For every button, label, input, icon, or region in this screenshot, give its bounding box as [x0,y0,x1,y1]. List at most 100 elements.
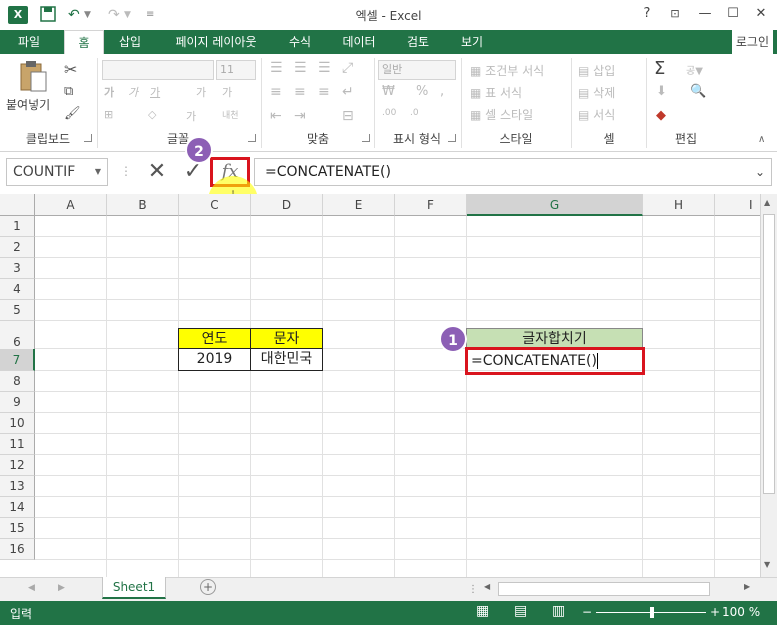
minimize-button[interactable]: — [694,4,716,24]
zoom-level[interactable]: 100 % [722,605,760,619]
formula-input[interactable]: =CONCATENATE() ⌄ [254,158,772,186]
help-button[interactable]: ? [636,4,658,24]
row-header[interactable]: 11 [0,434,35,455]
cell-d6[interactable]: 문자 [250,328,323,349]
zoom-out-icon[interactable]: − [582,605,592,619]
align-top-icon[interactable]: ☰ [270,60,283,76]
align-middle-icon[interactable]: ☰ [294,60,307,76]
italic-button[interactable]: 가 [128,84,138,100]
chevron-down-icon[interactable]: ▼ [95,159,101,185]
column-header-d[interactable]: D [251,194,323,216]
login-link[interactable]: 로그인 [731,30,773,54]
underline-button[interactable]: 가 [150,84,160,100]
cut-icon[interactable]: ✂ [64,60,77,79]
column-header-f[interactable]: F [395,194,467,216]
column-header-i[interactable]: I [715,194,760,216]
cell-g6[interactable]: 글자합치기 [466,328,643,349]
cell-g7[interactable]: =CONCATENATE() [465,347,645,375]
collapse-ribbon-icon[interactable]: ∧ [758,134,765,145]
delete-cells-button[interactable]: ▤ 삭제 [578,84,615,101]
prev-sheet-icon[interactable]: ◀ [28,583,35,593]
worksheet-grid[interactable]: A B C D E F G H I 1 2 3 4 5 6 7 8 9 10 1… [0,194,760,577]
phonetic-button[interactable]: 내천 [222,108,239,121]
alignment-launcher-icon[interactable] [362,134,370,142]
column-header-h[interactable]: H [643,194,715,216]
accounting-format-icon[interactable]: ₩ [382,84,395,99]
column-header-c[interactable]: C [179,194,251,216]
merge-center-icon[interactable]: ⊟ [342,108,354,124]
row-header[interactable]: 5 [0,300,35,321]
scroll-up-icon[interactable]: ▲ [764,198,770,207]
percent-button[interactable]: % [416,84,428,99]
align-left-icon[interactable]: ≡ [270,84,282,100]
row-header[interactable]: 2 [0,237,35,258]
border-icon[interactable]: ⊞ [104,108,113,121]
orientation-icon[interactable]: ⤢ [342,60,353,76]
scroll-right-icon[interactable]: ▶ [744,582,750,591]
row-header[interactable]: 9 [0,392,35,413]
find-select-icon[interactable]: 🔍 [690,84,706,99]
grow-font-button[interactable]: 가 [196,84,206,100]
row-header[interactable]: 3 [0,258,35,279]
format-painter-icon[interactable]: 🖌 [64,106,81,121]
row-header[interactable]: 12 [0,455,35,476]
tab-page-layout[interactable]: 페이지 레이아웃 [164,30,268,54]
autosum-icon[interactable]: Σ [654,58,665,79]
column-header-a[interactable]: A [35,194,107,216]
page-break-view-icon[interactable]: ▥ [552,603,565,619]
scroll-left-icon[interactable]: ◀ [484,582,490,591]
horizontal-scrollbar-thumb[interactable] [498,582,710,596]
copy-icon[interactable]: ⧉ [64,84,73,99]
comma-style-icon[interactable]: , [440,84,444,99]
column-header-e[interactable]: E [323,194,395,216]
paste-icon[interactable] [18,60,48,94]
cancel-icon[interactable]: ✕ [144,158,170,186]
name-box[interactable]: COUNTIF ▼ [6,158,108,186]
zoom-in-icon[interactable]: + [710,605,720,619]
cell-styles-button[interactable]: ▦ 셀 스타일 [470,106,533,123]
tab-formulas[interactable]: 수식 [278,30,322,54]
decrease-indent-icon[interactable]: ⇤ [270,108,282,124]
row-header[interactable]: 15 [0,518,35,539]
page-layout-view-icon[interactable]: ▤ [514,603,527,619]
fill-icon[interactable]: ⬇ [656,84,667,99]
next-sheet-icon[interactable]: ▶ [58,583,65,593]
font-launcher-icon[interactable] [248,134,256,142]
row-header[interactable]: 1 [0,216,35,237]
decrease-decimal-icon[interactable]: .0 [410,108,419,118]
insert-cells-button[interactable]: ▤ 삽입 [578,62,615,79]
row-header[interactable]: 13 [0,476,35,497]
clear-icon[interactable]: ◆ [656,108,666,123]
ribbon-display-button[interactable]: ⊡ [664,4,686,24]
number-format-select[interactable]: 일반 [378,60,456,80]
align-right-icon[interactable]: ≡ [318,84,330,100]
new-sheet-icon[interactable]: + [200,579,216,595]
font-size-select[interactable]: 11 [216,60,256,80]
row-header[interactable]: 10 [0,413,35,434]
tab-insert[interactable]: 삽입 [110,30,150,54]
paste-button[interactable]: 붙여넣기 [6,96,50,113]
bold-button[interactable]: 가 [104,84,114,100]
vertical-scrollbar[interactable]: ▲ ▼ [760,194,777,577]
cell-c6[interactable]: 연도 [178,328,251,349]
close-button[interactable]: ✕ [750,4,772,24]
scroll-down-icon[interactable]: ▼ [764,560,770,569]
conditional-formatting-button[interactable]: ▦ 조건부 서식 [470,62,544,79]
normal-view-icon[interactable]: ▦ [476,603,489,619]
number-launcher-icon[interactable] [448,134,456,142]
format-as-table-button[interactable]: ▦ 표 서식 [470,84,522,101]
column-header-b[interactable]: B [107,194,179,216]
fill-color-icon[interactable]: ◇ [148,108,156,121]
tab-data[interactable]: 데이터 [334,30,384,54]
font-name-select[interactable] [102,60,214,80]
row-header[interactable]: 4 [0,279,35,300]
row-header[interactable]: 14 [0,497,35,518]
tab-file[interactable]: 파일 [0,30,58,54]
zoom-slider-thumb[interactable] [650,607,654,618]
wrap-text-icon[interactable]: ↵ [342,84,354,100]
tab-review[interactable]: 검토 [396,30,440,54]
format-cells-button[interactable]: ▤ 서식 [578,106,615,123]
sort-filter-button[interactable]: 공▼ [686,62,703,77]
increase-decimal-icon[interactable]: .00 [382,108,396,118]
tab-view[interactable]: 보기 [450,30,494,54]
